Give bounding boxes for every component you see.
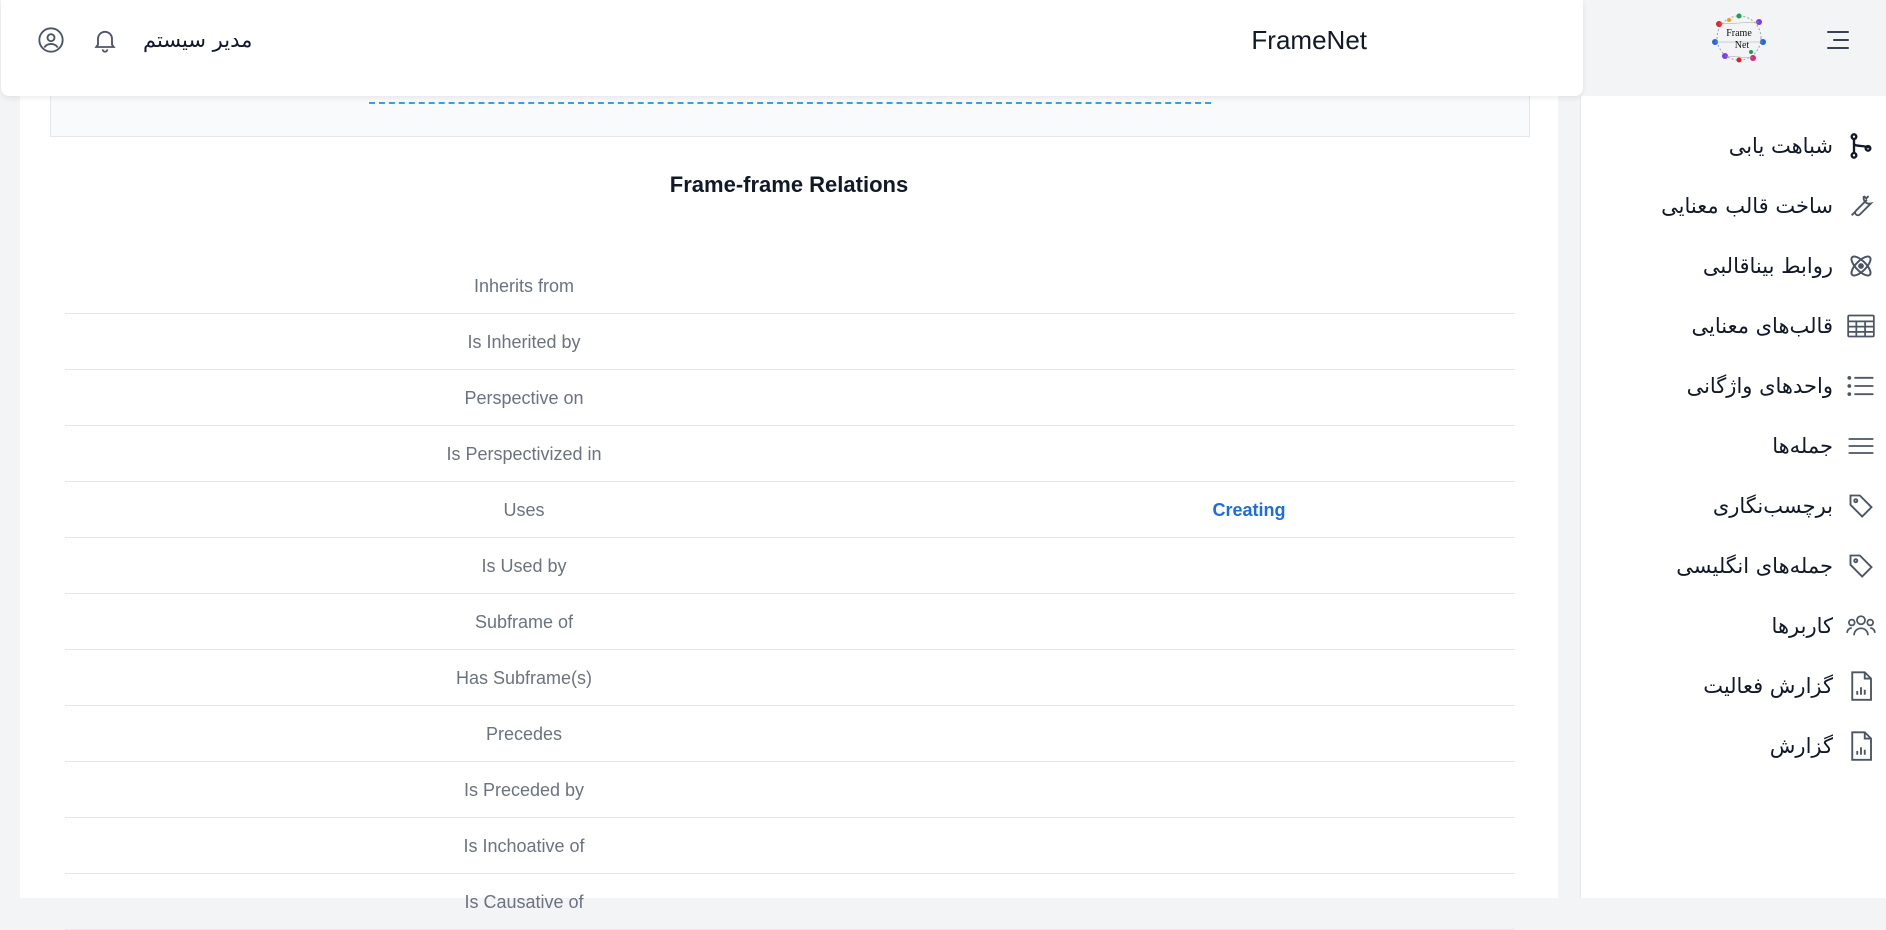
sidebar-item-label: ساخت قالب معنایی xyxy=(1661,194,1833,218)
sidebar-item-label: جمله‌های انگلیسی xyxy=(1676,554,1833,578)
sidebar-item-english-sentences[interactable]: جمله‌های انگلیسی xyxy=(1587,546,1877,586)
sidebar-item-users[interactable]: کاربرها xyxy=(1587,606,1877,646)
users-icon xyxy=(1845,610,1877,642)
sidebar-item-label: گزارش xyxy=(1769,734,1833,758)
section-title: Frame-frame Relations xyxy=(669,172,909,197)
sidebar-item-label: شباهت یابی xyxy=(1728,134,1833,158)
sidebar-item-frames[interactable]: قالب‌های معنایی xyxy=(1587,306,1877,346)
logo-text-frame: Frame xyxy=(1726,28,1752,39)
relation-name: Inherits from xyxy=(473,276,575,296)
sidebar-item-activity-report[interactable]: گزارش فعالیت xyxy=(1587,666,1877,706)
username[interactable]: مدیر سیستم xyxy=(143,24,263,56)
sidebar-item-report[interactable]: گزارش xyxy=(1587,726,1877,766)
relation-name: Is Inherited by xyxy=(467,332,581,352)
sidebar-item-labeling[interactable]: برچسب‌نگاری xyxy=(1587,486,1877,526)
relation-name: Has Subframe(s) xyxy=(455,668,593,688)
sidebar-item-label: واحدهای واژگانی xyxy=(1686,374,1833,398)
upper-panel xyxy=(50,96,1530,137)
sidebar-item-similarity[interactable]: شباهت یابی xyxy=(1587,126,1877,166)
sidebar-item-label: جمله‌ها xyxy=(1772,434,1833,458)
sidebar-item-frame-relations[interactable]: روابط بیناقالبی xyxy=(1587,246,1877,286)
relation-name: Is Preceded by xyxy=(463,780,585,800)
tag-icon xyxy=(1845,550,1877,582)
relation-name: Is Used by xyxy=(481,556,567,576)
menu-toggle-icon[interactable] xyxy=(1825,28,1851,52)
table-row: Is Preceded by xyxy=(65,762,1515,818)
framenet-logo: Frame Net xyxy=(1709,12,1769,64)
relation-name: Is Perspectivized in xyxy=(446,444,602,464)
bell-icon[interactable] xyxy=(91,25,119,55)
table-row: Is Used by xyxy=(65,538,1515,594)
table-icon xyxy=(1845,310,1877,342)
lines-icon xyxy=(1845,430,1877,462)
table-row: Subframe of xyxy=(65,594,1515,650)
table-row: Precedes xyxy=(65,706,1515,762)
file-chart-icon xyxy=(1845,730,1877,762)
table-row: Uses Creating xyxy=(65,482,1515,538)
table-row: Is Inchoative of xyxy=(65,818,1515,874)
branch-icon xyxy=(1845,130,1877,162)
user-circle-icon[interactable] xyxy=(37,26,65,54)
file-chart-icon xyxy=(1845,670,1877,702)
table-row: Has Subframe(s) xyxy=(65,650,1515,706)
relation-name: Subframe of xyxy=(474,612,574,632)
relation-name: Precedes xyxy=(485,724,563,744)
sidebar: شباهت یابی ساخت قالب معنایی روابط بیناقا… xyxy=(1580,96,1886,898)
table-row: Inherits from xyxy=(65,258,1515,314)
table-row: Is Inherited by xyxy=(65,314,1515,370)
brand-name: FrameNet xyxy=(1251,25,1367,55)
table-row: Is Perspectivized in xyxy=(65,426,1515,482)
atom-icon xyxy=(1845,250,1877,282)
list-icon xyxy=(1845,370,1877,402)
sidebar-item-label: کاربرها xyxy=(1771,614,1833,638)
logo-text-net: Net xyxy=(1735,40,1750,51)
relation-name: Is Inchoative of xyxy=(463,836,585,856)
table-row: Perspective on xyxy=(65,370,1515,426)
relation-link-creating[interactable]: Creating xyxy=(1139,500,1359,521)
tag-icon xyxy=(1845,490,1877,522)
top-header: مدیر سیستم FrameNet Frame Net xyxy=(1,0,1849,96)
sidebar-item-lexical-units[interactable]: واحدهای واژگانی xyxy=(1587,366,1877,406)
table-row: Is Causative of xyxy=(65,874,1515,930)
relation-name: Is Causative of xyxy=(464,892,584,912)
sidebar-item-label: گزارش فعالیت xyxy=(1703,674,1833,698)
wrench-icon xyxy=(1845,190,1877,222)
sidebar-item-label: روابط بیناقالبی xyxy=(1702,254,1833,278)
sidebar-item-build-frame[interactable]: ساخت قالب معنایی xyxy=(1587,186,1877,226)
dashed-divider xyxy=(369,102,1211,104)
sidebar-item-label: برچسب‌نگاری xyxy=(1712,494,1833,518)
main-content: Frame-frame Relations Inherits from Is I… xyxy=(20,96,1558,930)
sidebar-item-label: قالب‌های معنایی xyxy=(1691,314,1833,338)
relation-name: Uses xyxy=(503,500,545,520)
relations-table: Inherits from Is Inherited by Perspectiv… xyxy=(65,258,1515,930)
relation-name: Perspective on xyxy=(464,388,584,408)
sidebar-item-sentences[interactable]: جمله‌ها xyxy=(1587,426,1877,466)
